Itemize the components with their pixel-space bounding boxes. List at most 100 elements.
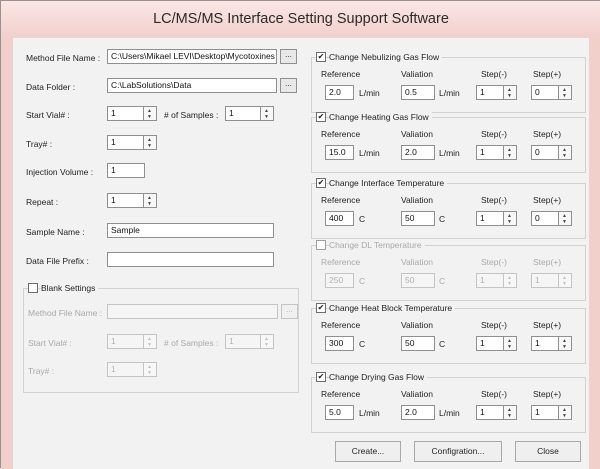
repeat-value[interactable]: 1 — [107, 193, 144, 208]
group-3-step-plus-spinner-buttons[interactable]: ▲ ▼ — [559, 211, 572, 226]
group-2-step-plus-spinner-value[interactable]: 0 — [531, 145, 559, 160]
group-2-step-plus-label: Step(+) — [533, 129, 562, 139]
blank-method-file-browse-button[interactable]: ... — [281, 304, 298, 319]
start-vial-value[interactable]: 1 — [107, 106, 144, 121]
group-6-checkbox[interactable]: ✔ — [316, 372, 326, 382]
group-1-step-plus-spinner-value[interactable]: 0 — [531, 85, 559, 100]
configuration-button[interactable]: Configration... — [414, 441, 502, 462]
blank-start-vial-value[interactable]: 1 — [107, 334, 144, 349]
ellipsis-icon: ... — [286, 305, 293, 314]
group-1-reference-input[interactable]: 2.0 — [325, 85, 354, 100]
injection-volume-input[interactable]: 1 — [107, 163, 145, 178]
window-title: LC/MS/MS Interface Setting Support Softw… — [1, 1, 600, 38]
down-arrow-icon[interactable]: ▼ — [562, 281, 567, 287]
tray-spin-buttons[interactable]: ▲ ▼ — [144, 135, 157, 150]
group-4-step-minus-spinner-value[interactable]: 1 — [476, 273, 504, 288]
group-6-step-plus-label: Step(+) — [533, 389, 562, 399]
group-3-step-minus-spinner-buttons[interactable]: ▲ ▼ — [504, 211, 517, 226]
start-vial-label: Start Vial# : — [26, 110, 70, 120]
down-arrow-icon[interactable]: ▼ — [147, 370, 152, 376]
down-arrow-icon[interactable]: ▼ — [264, 342, 269, 348]
blank-tray-value[interactable]: 1 — [107, 362, 144, 377]
group-1-step-plus-label: Step(+) — [533, 69, 562, 79]
method-file-browse-button[interactable]: ... — [280, 49, 297, 64]
down-arrow-icon[interactable]: ▼ — [562, 219, 567, 225]
repeat-spin-buttons[interactable]: ▲ ▼ — [144, 193, 157, 208]
down-arrow-icon[interactable]: ▼ — [562, 93, 567, 99]
group-5-step-plus-spinner-value[interactable]: 1 — [531, 336, 559, 351]
down-arrow-icon[interactable]: ▼ — [507, 281, 512, 287]
group-2-checkbox[interactable]: ✔ — [316, 112, 326, 122]
down-arrow-icon[interactable]: ▼ — [507, 413, 512, 419]
group-5-reference-input[interactable]: 300 — [325, 336, 354, 351]
group-2-reference-input[interactable]: 15.0 — [325, 145, 354, 160]
method-file-input[interactable]: C:\Users\Mikael LEVI\Desktop\Mycotoxines — [107, 49, 277, 64]
group-1-step-plus-spinner-buttons[interactable]: ▲ ▼ — [559, 85, 572, 100]
group-3-valiation-input[interactable]: 50 — [401, 211, 435, 226]
group-1-checkbox[interactable]: ✔ — [316, 52, 326, 62]
group-6-valiation-input[interactable]: 2.0 — [401, 405, 435, 420]
group-4-reference-input[interactable]: 250 — [325, 273, 354, 288]
group-6-step-plus-spinner-buttons[interactable]: ▲ ▼ — [559, 405, 572, 420]
group-3-reference-input[interactable]: 400 — [325, 211, 354, 226]
down-arrow-icon[interactable]: ▼ — [264, 114, 269, 120]
num-samples-spin-buttons[interactable]: ▲ ▼ — [261, 106, 274, 121]
group-4-valiation-label: Valiation — [401, 257, 433, 267]
blank-method-file-input[interactable] — [107, 304, 278, 319]
group-2-valiation-input[interactable]: 2.0 — [401, 145, 435, 160]
group-4-step-plus-spinner-value[interactable]: 1 — [531, 273, 559, 288]
group-3-reference-unit: C — [359, 214, 366, 224]
down-arrow-icon[interactable]: ▼ — [147, 114, 152, 120]
down-arrow-icon[interactable]: ▼ — [147, 143, 152, 149]
group-5-step-minus-spinner-value[interactable]: 1 — [476, 336, 504, 351]
down-arrow-icon[interactable]: ▼ — [562, 153, 567, 159]
start-vial-spin-buttons[interactable]: ▲ ▼ — [144, 106, 157, 121]
down-arrow-icon[interactable]: ▼ — [507, 344, 512, 350]
group-5-step-minus-spinner-buttons[interactable]: ▲ ▼ — [504, 336, 517, 351]
group-3-step-minus-spinner-value[interactable]: 1 — [476, 211, 504, 226]
blank-num-samples-spin-buttons[interactable]: ▲ ▼ — [261, 334, 274, 349]
down-arrow-icon[interactable]: ▼ — [562, 344, 567, 350]
blank-num-samples-value[interactable]: 1 — [225, 334, 261, 349]
tray-value[interactable]: 1 — [107, 135, 144, 150]
group-4-valiation-input[interactable]: 50 — [401, 273, 435, 288]
down-arrow-icon[interactable]: ▼ — [507, 153, 512, 159]
sample-name-input[interactable]: Sample — [107, 223, 274, 238]
group-3-step-plus-spinner-value[interactable]: 0 — [531, 211, 559, 226]
group-3-checkbox[interactable]: ✔ — [316, 178, 326, 188]
group-6-step-minus-spinner-value[interactable]: 1 — [476, 405, 504, 420]
group-6-reference-input[interactable]: 5.0 — [325, 405, 354, 420]
down-arrow-icon[interactable]: ▼ — [507, 93, 512, 99]
blank-settings-checkbox[interactable] — [28, 283, 38, 293]
close-button[interactable]: Close — [515, 441, 581, 462]
group-4-step-minus-spinner-buttons[interactable]: ▲ ▼ — [504, 273, 517, 288]
blank-tray-spin-buttons[interactable]: ▲ ▼ — [144, 362, 157, 377]
group-5-step-plus-spinner-buttons[interactable]: ▲ ▼ — [559, 336, 572, 351]
group-4-step-minus-label: Step(-) — [481, 257, 507, 267]
blank-tray-label: Tray# : — [28, 366, 55, 376]
group-5-valiation-input[interactable]: 50 — [401, 336, 435, 351]
down-arrow-icon[interactable]: ▼ — [507, 219, 512, 225]
group-6-step-minus-spinner-buttons[interactable]: ▲ ▼ — [504, 405, 517, 420]
group-2-step-minus-spinner-value[interactable]: 1 — [476, 145, 504, 160]
num-samples-value[interactable]: 1 — [225, 106, 261, 121]
blank-start-vial-spin-buttons[interactable]: ▲ ▼ — [144, 334, 157, 349]
down-arrow-icon[interactable]: ▼ — [562, 413, 567, 419]
data-folder-input[interactable]: C:\LabSolutions\Data — [107, 78, 277, 93]
group-2-step-minus-spinner-buttons[interactable]: ▲ ▼ — [504, 145, 517, 160]
group-4-step-plus-spinner-buttons[interactable]: ▲ ▼ — [559, 273, 572, 288]
group-2-step-plus-spinner-buttons[interactable]: ▲ ▼ — [559, 145, 572, 160]
group-4-step-plus-label: Step(+) — [533, 257, 562, 267]
group-1-valiation-input[interactable]: 0.5 — [401, 85, 435, 100]
group-4-checkbox[interactable] — [316, 240, 326, 250]
data-folder-browse-button[interactable]: ... — [280, 78, 297, 93]
down-arrow-icon[interactable]: ▼ — [147, 201, 152, 207]
group-1-step-minus-spinner-value[interactable]: 1 — [476, 85, 504, 100]
data-file-prefix-input[interactable] — [107, 252, 274, 267]
create-button[interactable]: Create... — [335, 441, 401, 462]
group-1-step-minus-spinner-buttons[interactable]: ▲ ▼ — [504, 85, 517, 100]
sample-name-label: Sample Name : — [26, 227, 85, 237]
down-arrow-icon[interactable]: ▼ — [147, 342, 152, 348]
group-5-checkbox[interactable]: ✔ — [316, 303, 326, 313]
group-6-step-plus-spinner-value[interactable]: 1 — [531, 405, 559, 420]
